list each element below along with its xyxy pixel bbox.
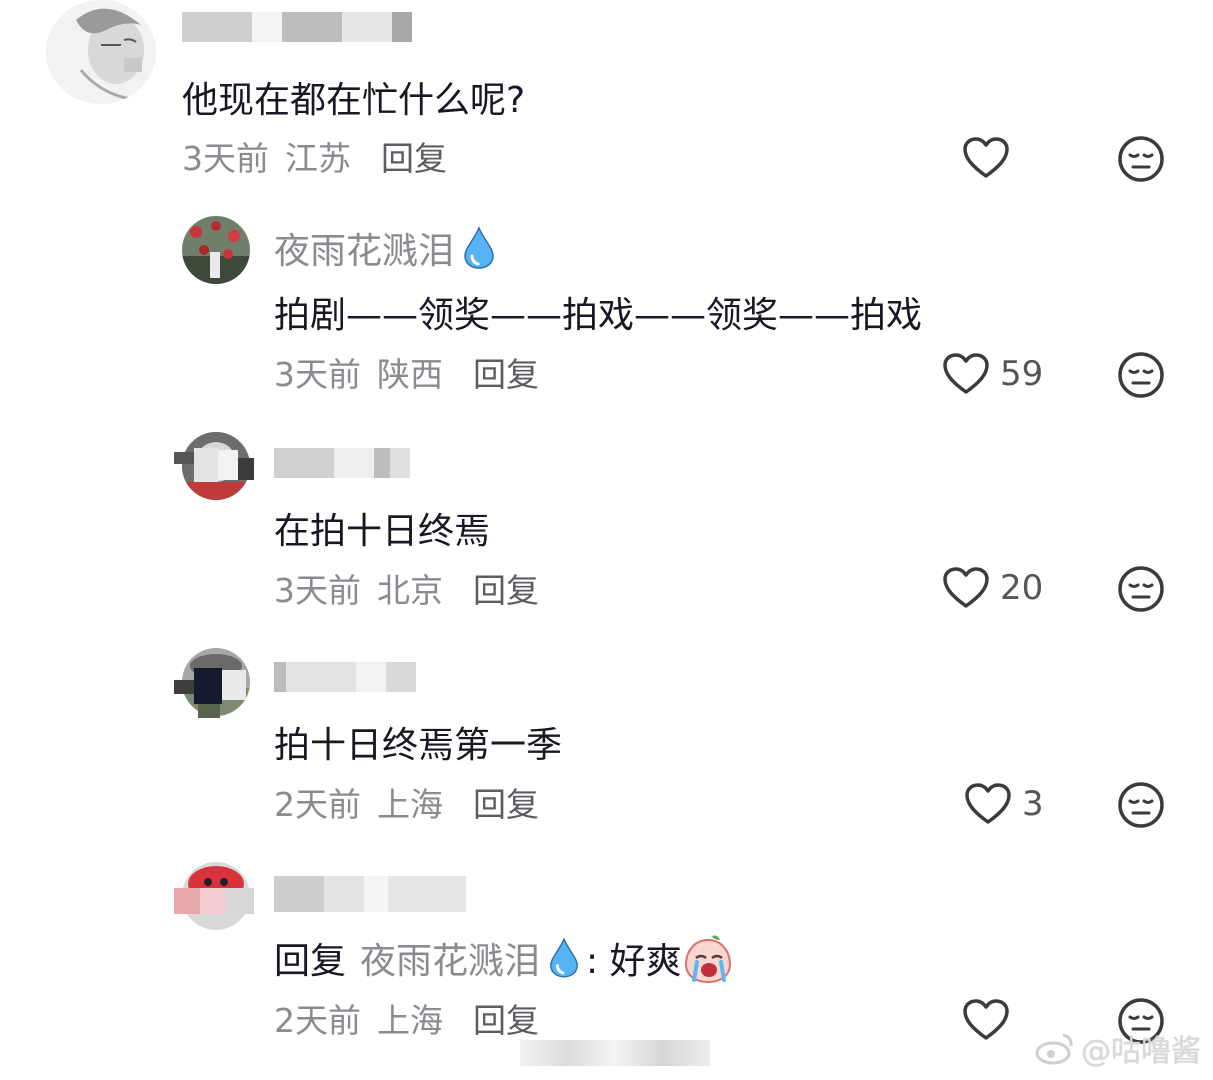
comment-location: 上海 <box>377 1001 443 1040</box>
comment-time: 3天前 <box>274 571 361 610</box>
like-button[interactable] <box>962 136 1020 180</box>
like-count: 59 <box>1000 354 1044 394</box>
like-button[interactable]: 59 <box>942 352 1043 396</box>
comment-text: 在拍十日终焉 <box>274 511 491 552</box>
dislike-button[interactable] <box>1116 780 1166 834</box>
avatar[interactable] <box>182 216 250 284</box>
comment-location: 北京 <box>377 571 443 610</box>
reply-button[interactable]: 回复 <box>473 994 539 1042</box>
avatar-mosaic <box>174 666 254 718</box>
heart-icon <box>965 783 1011 824</box>
username[interactable]: 夜雨花溅泪 <box>274 224 496 272</box>
reply-content: : 好爽 <box>586 941 682 982</box>
dislike-face-icon <box>1118 136 1164 182</box>
dislike-button[interactable] <box>1116 350 1166 404</box>
dislike-face-icon <box>1118 566 1164 612</box>
avatar-mosaic <box>174 888 254 914</box>
weibo-logo <box>1035 1033 1073 1065</box>
comment-meta: 3天前 陕西 回复 <box>274 350 539 394</box>
comment-location: 陕西 <box>377 355 443 394</box>
blurred-username[interactable] <box>182 12 412 42</box>
like-button[interactable]: 20 <box>942 566 1043 610</box>
watermark-text: @咕噜酱 <box>1081 1034 1201 1069</box>
comment-text: 拍剧——领奖——拍戏——领奖——拍戏 <box>274 295 923 336</box>
blurred-username[interactable] <box>274 448 410 478</box>
heart-icon <box>963 999 1009 1040</box>
comment-time: 3天前 <box>274 355 361 394</box>
heart-icon <box>943 353 989 394</box>
dislike-button[interactable] <box>1116 564 1166 618</box>
username-text: 夜雨花溅泪 <box>274 231 455 272</box>
like-count: 3 <box>1022 784 1044 824</box>
mention-username[interactable]: 夜雨花溅泪 <box>360 932 540 984</box>
water-drop-icon <box>464 226 494 269</box>
like-button[interactable] <box>962 998 1020 1042</box>
comment-meta: 3天前 北京 回复 <box>274 566 539 610</box>
comment-time: 3天前 <box>182 139 269 178</box>
comment-text: 回复 夜雨花溅泪 : 好爽 <box>274 932 734 984</box>
blurred-username[interactable] <box>274 662 416 692</box>
comment-location: 上海 <box>377 785 443 824</box>
dislike-face-icon <box>1118 782 1164 828</box>
blurred-strip <box>520 1040 710 1066</box>
heart-icon <box>963 137 1009 178</box>
reply-button[interactable]: 回复 <box>473 778 539 826</box>
like-button[interactable]: 3 <box>964 782 1044 826</box>
water-drop-icon <box>550 937 578 978</box>
blurred-username[interactable] <box>274 876 466 912</box>
like-count: 20 <box>1000 568 1044 608</box>
heart-icon <box>943 567 989 608</box>
reply-button[interactable]: 回复 <box>473 348 539 396</box>
reply-button[interactable]: 回复 <box>381 132 447 180</box>
crying-emoji-icon <box>684 935 731 984</box>
dislike-face-icon <box>1118 352 1164 398</box>
reply-button[interactable]: 回复 <box>473 564 539 612</box>
comment-location: 江苏 <box>285 139 351 178</box>
comment-meta: 3天前 江苏 回复 <box>182 134 447 178</box>
comment-text: 拍十日终焉第一季 <box>274 725 563 766</box>
comment-meta: 2天前 上海 回复 <box>274 996 539 1040</box>
watermark: @咕噜酱 <box>1035 1026 1201 1070</box>
comment-time: 2天前 <box>274 1001 361 1040</box>
comment-meta: 2天前 上海 回复 <box>274 780 539 824</box>
avatar-roses <box>182 216 250 284</box>
comment-time: 2天前 <box>274 785 361 824</box>
reply-prefix: 回复 <box>274 941 347 982</box>
avatar-mosaic <box>174 448 254 482</box>
avatar-portrait <box>46 0 156 104</box>
avatar[interactable] <box>46 0 156 104</box>
comment-text: 他现在都在忙什么呢? <box>182 80 526 121</box>
dislike-button[interactable] <box>1116 134 1166 188</box>
